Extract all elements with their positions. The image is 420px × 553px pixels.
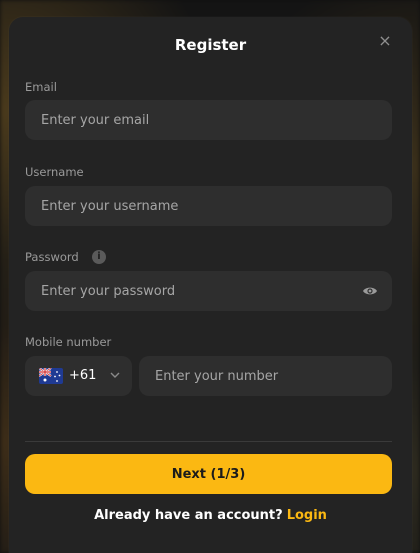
close-icon[interactable]: × <box>377 33 393 49</box>
phone-field-box <box>139 356 392 396</box>
password-label: Password <box>25 250 79 264</box>
username-label: Username <box>25 165 84 179</box>
login-prompt: Already have an account? Login <box>9 508 412 523</box>
country-code-select[interactable]: +61 <box>25 356 132 396</box>
eye-icon[interactable] <box>362 284 378 298</box>
chevron-down-icon <box>110 372 120 378</box>
mobile-label: Mobile number <box>25 335 112 349</box>
dial-code: +61 <box>69 368 97 383</box>
modal-title: Register <box>174 36 247 54</box>
login-link[interactable]: Login <box>287 508 327 523</box>
phone-input[interactable] <box>139 356 392 396</box>
register-modal: Register × Email Username Password i Mob… <box>9 17 412 553</box>
email-input[interactable] <box>25 100 392 140</box>
email-label: Email <box>25 80 57 94</box>
info-icon[interactable]: i <box>92 250 106 264</box>
password-field-box <box>25 271 392 311</box>
password-input[interactable] <box>25 271 392 311</box>
email-field-box <box>25 100 392 140</box>
australia-flag-icon <box>39 368 63 384</box>
username-field-box <box>25 186 392 226</box>
next-button[interactable]: Next (1/3) <box>25 454 392 494</box>
username-input[interactable] <box>25 186 392 226</box>
divider <box>25 441 392 442</box>
login-prompt-text: Already have an account? <box>94 508 283 523</box>
